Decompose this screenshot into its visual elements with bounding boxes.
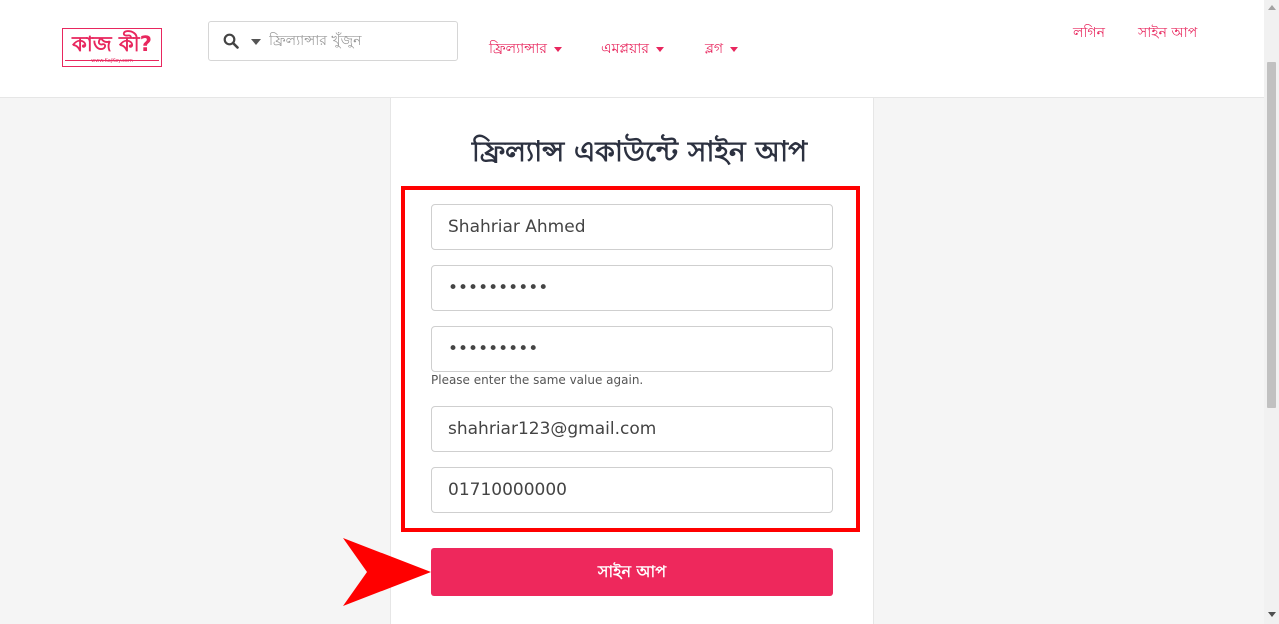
site-logo[interactable]: কাজ কী? www.KajKey.com: [62, 28, 162, 67]
caret-down-icon: [553, 46, 562, 52]
logo-subtext: www.KajKey.com: [91, 58, 133, 64]
password-field[interactable]: [431, 265, 833, 311]
phone-field[interactable]: [431, 467, 833, 513]
pointer-arrow-icon: [343, 538, 431, 606]
scroll-down-arrow-icon[interactable]: [1268, 612, 1276, 617]
nav-blog-label: ব্লগ: [705, 41, 724, 57]
search-input[interactable]: [269, 30, 449, 52]
logo-text: কাজ কী?: [72, 32, 152, 56]
scroll-thumb[interactable]: [1267, 62, 1276, 408]
nav-employer-label: এমপ্লয়ার: [601, 41, 649, 57]
caret-down-icon: [656, 46, 664, 52]
email-field[interactable]: [431, 406, 833, 452]
logo-underline: [65, 60, 159, 61]
nav-freelancer-label: ফ্রিল্যান্সার: [489, 41, 547, 57]
login-link[interactable]: লগিন: [1073, 21, 1105, 45]
signup-submit-button[interactable]: সাইন আপ: [431, 548, 833, 596]
nav-blog[interactable]: ব্লগ: [705, 37, 739, 61]
page-title: ফ্রিল্যান্স একাউন্টে সাইন আপ: [471, 135, 808, 168]
confirm-password-field[interactable]: [431, 326, 833, 372]
nav-freelancer[interactable]: ফ্রিল্যান্সার: [489, 37, 562, 61]
search-box: [208, 21, 458, 61]
nav-employer[interactable]: এমপ্লয়ার: [601, 37, 664, 61]
scroll-up-arrow-icon[interactable]: [1268, 5, 1276, 10]
signup-link[interactable]: সাইন আপ: [1138, 21, 1197, 45]
search-icon[interactable]: [223, 33, 239, 49]
name-field[interactable]: [431, 204, 833, 250]
site-header: কাজ কী? www.KajKey.com ফ্রিল্যান্সার এমপ…: [0, 0, 1264, 98]
caret-down-icon[interactable]: [251, 39, 261, 45]
caret-down-icon: [730, 46, 739, 52]
confirm-password-error: Please enter the same value again.: [431, 373, 644, 387]
page-scrollbar[interactable]: [1264, 0, 1279, 624]
